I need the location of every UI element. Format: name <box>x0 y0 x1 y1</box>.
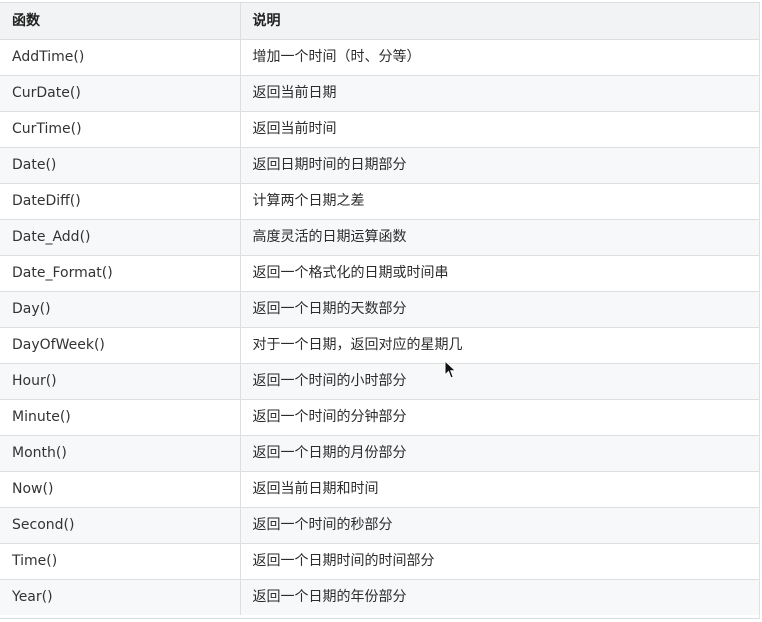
table-row: DayOfWeek() 对于一个日期，返回对应的星期几 <box>0 327 759 364</box>
function-name-cell: Date_Add() <box>0 219 241 256</box>
description-cell: 返回一个日期的月份部分 <box>240 435 759 472</box>
description-cell: 对于一个日期，返回对应的星期几 <box>240 327 759 364</box>
table-row: Second() 返回一个时间的秒部分 <box>0 507 759 544</box>
function-name-cell: AddTime() <box>0 39 241 76</box>
table-row: AddTime() 增加一个时间（时、分等） <box>0 39 759 76</box>
column-header-function: 函数 <box>0 3 241 40</box>
table-row: Day() 返回一个日期的天数部分 <box>0 291 759 328</box>
description-cell: 返回一个日期时间的时间部分 <box>240 543 759 580</box>
function-name-cell: Day() <box>0 291 241 328</box>
description-cell: 返回一个时间的秒部分 <box>240 507 759 544</box>
description-cell: 返回一个时间的分钟部分 <box>240 399 759 436</box>
description-cell: 返回当前时间 <box>240 111 759 148</box>
function-name-cell: Hour() <box>0 363 241 400</box>
table-row: Month() 返回一个日期的月份部分 <box>0 435 759 472</box>
table-row: Now() 返回当前日期和时间 <box>0 471 759 508</box>
description-cell: 返回一个日期的天数部分 <box>240 291 759 328</box>
description-cell: 返回一个格式化的日期或时间串 <box>240 255 759 292</box>
function-name-cell: Time() <box>0 543 241 580</box>
function-name-cell: Now() <box>0 471 241 508</box>
description-cell: 返回日期时间的日期部分 <box>240 147 759 184</box>
table-row: Year() 返回一个日期的年份部分 <box>0 579 759 615</box>
table-row: DateDiff() 计算两个日期之差 <box>0 183 759 220</box>
description-cell: 增加一个时间（时、分等） <box>240 39 759 76</box>
table-row: Date_Add() 高度灵活的日期运算函数 <box>0 219 759 256</box>
description-cell: 高度灵活的日期运算函数 <box>240 219 759 256</box>
function-name-cell: DayOfWeek() <box>0 327 241 364</box>
function-name-cell: Second() <box>0 507 241 544</box>
column-header-description: 说明 <box>240 3 759 40</box>
table-row: Hour() 返回一个时间的小时部分 <box>0 363 759 400</box>
description-cell: 返回当前日期和时间 <box>240 471 759 508</box>
description-cell: 返回一个日期的年份部分 <box>252 589 407 606</box>
description-cell: 返回当前日期 <box>240 75 759 112</box>
function-name-cell: DateDiff() <box>0 183 241 220</box>
function-name-cell: Date() <box>0 147 241 184</box>
table-row: CurDate() 返回当前日期 <box>0 75 759 112</box>
table-header-row: 函数 说明 <box>0 3 759 40</box>
table-row: Date_Format() 返回一个格式化的日期或时间串 <box>0 255 759 292</box>
description-cell: 计算两个日期之差 <box>240 183 759 220</box>
table-row: CurTime() 返回当前时间 <box>0 111 759 148</box>
table-row: Time() 返回一个日期时间的时间部分 <box>0 543 759 580</box>
table-row: Date() 返回日期时间的日期部分 <box>0 147 759 184</box>
function-name-cell: Minute() <box>0 399 241 436</box>
table: 函数 说明 AddTime() 增加一个时间（时、分等） CurDate() 返… <box>0 3 759 615</box>
function-name-cell: Year() <box>0 579 241 615</box>
mouse-pointer-icon <box>444 360 457 379</box>
function-name-cell: CurTime() <box>0 111 241 148</box>
description-cell: 返回一个时间的小时部分 <box>240 363 759 400</box>
function-name-cell: Date_Format() <box>0 255 241 292</box>
date-functions-table: 函数 说明 AddTime() 增加一个时间（时、分等） CurDate() 返… <box>0 2 760 619</box>
function-name-cell: Month() <box>0 435 241 472</box>
table-row: Minute() 返回一个时间的分钟部分 <box>0 399 759 436</box>
function-name-cell: CurDate() <box>0 75 241 112</box>
